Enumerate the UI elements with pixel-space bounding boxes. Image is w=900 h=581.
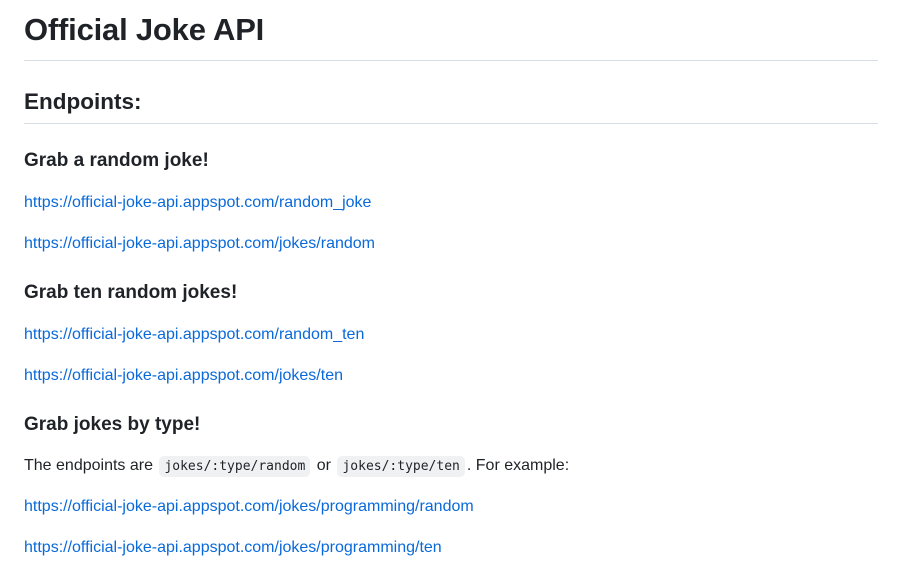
link-programming-ten[interactable]: https://official-joke-api.appspot.com/jo… [24,537,442,559]
description-suffix: . For example: [466,457,570,474]
section-heading-ten-jokes: Grab ten random jokes! [24,282,238,303]
link-random-joke[interactable]: https://official-joke-api.appspot.com/ra… [24,192,371,214]
link-jokes-random[interactable]: https://official-joke-api.appspot.com/jo… [24,233,375,255]
endpoints-divider [24,123,878,124]
code-ten-endpoint: jokes/:type/ten [337,456,465,477]
section-heading-random-joke: Grab a random joke! [24,150,209,171]
page-title: Official Joke API [24,12,265,47]
section-heading-by-type: Grab jokes by type! [24,414,201,435]
link-random-ten[interactable]: https://official-joke-api.appspot.com/ra… [24,324,364,346]
description-connector: or [316,457,332,474]
title-divider [24,60,878,61]
description-prefix: The endpoints are [24,457,153,474]
link-jokes-ten[interactable]: https://official-joke-api.appspot.com/jo… [24,365,343,387]
by-type-description: The endpoints are jokes/:type/random or … [24,454,569,479]
endpoints-heading: Endpoints: [24,89,142,114]
page: Official Joke API Endpoints: Grab a rand… [0,0,900,581]
code-random-endpoint: jokes/:type/random [159,456,311,477]
link-programming-random[interactable]: https://official-joke-api.appspot.com/jo… [24,496,474,518]
